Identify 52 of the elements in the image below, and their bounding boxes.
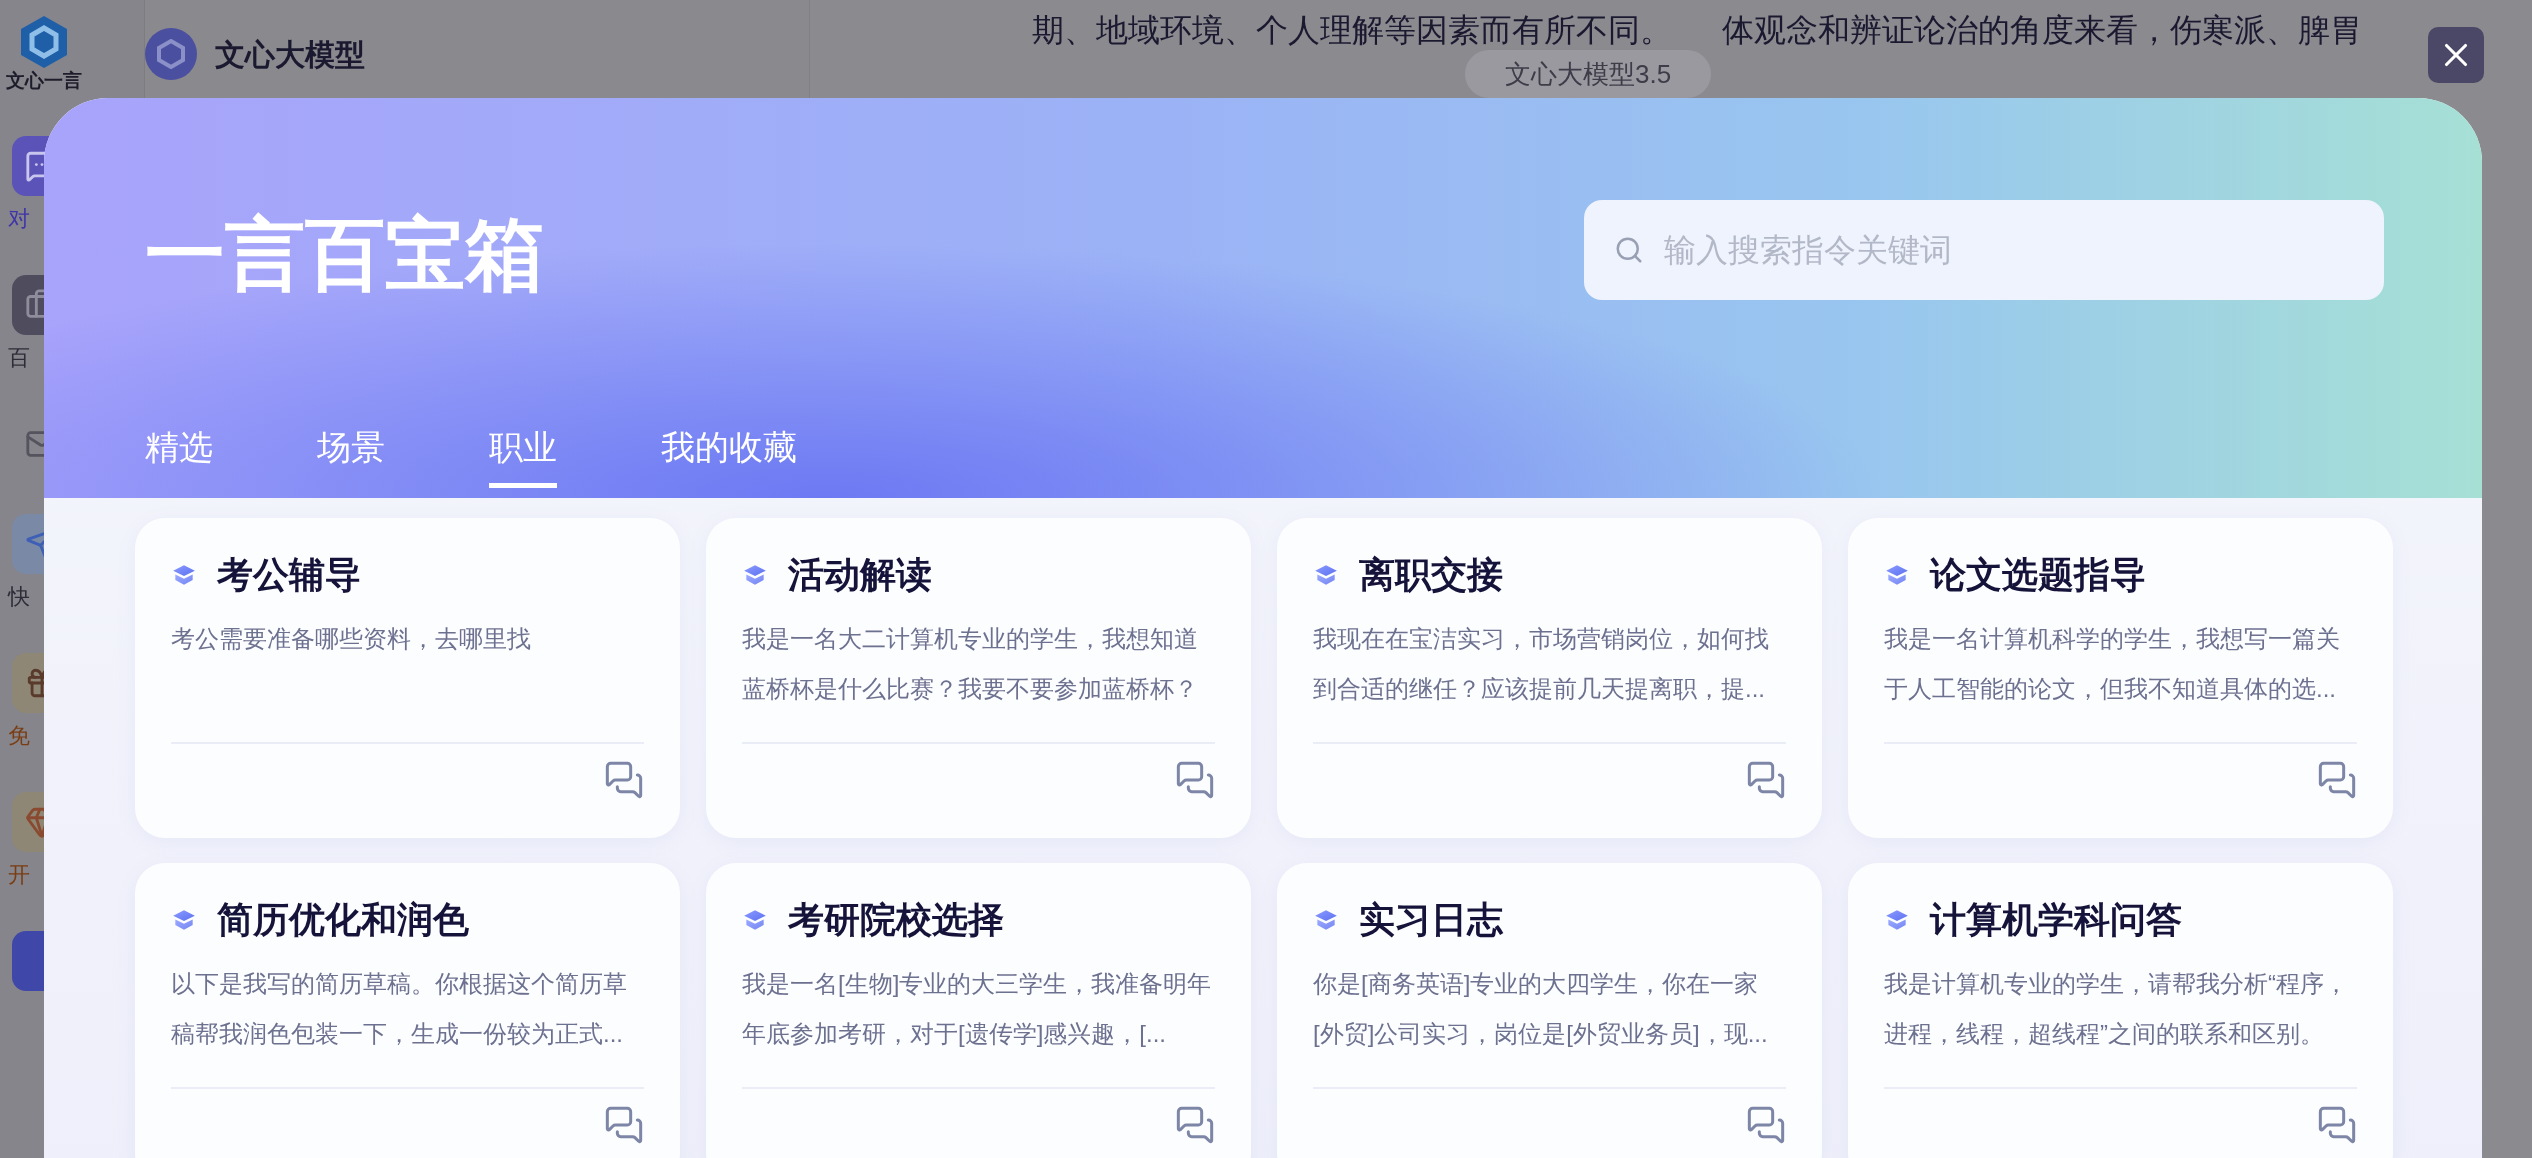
logo-icon: [18, 14, 70, 70]
prompt-card[interactable]: 活动解读 我是一名大二计算机专业的学生，我想知道蓝桥杯是什么比赛？我要不要参加蓝桥杯？: [706, 518, 1251, 838]
model-title: 文心大模型: [215, 36, 365, 73]
prompt-card[interactable]: 离职交接 我现在在宝洁实习，市场营销岗位，如何找到合适的继任？应该提前几天提离职，提...: [1277, 518, 1822, 838]
chat-icon[interactable]: [604, 1105, 644, 1145]
app-name: 文心一言: [6, 70, 82, 92]
sidebar-label[interactable]: 免: [8, 719, 30, 752]
sidebar-label[interactable]: 开: [8, 858, 30, 891]
card-description: 你是[商务英语]专业的大四学生，你在一家[外贸]公司实习，岗位是[外贸业务员]，现...: [1313, 969, 1769, 1049]
prompt-card[interactable]: 计算机学科问答 我是计算机专业的学生，请帮我分析“程序，进程，线程，超线程”之间的联系和区别。: [1848, 863, 2393, 1158]
prompt-card[interactable]: 考研院校选择 我是一名[生物]专业的大三学生，我准备明年年底参加考研，对于[遗传学]感兴趣，[...: [706, 863, 1251, 1158]
card-title: 离职交接: [1359, 553, 1503, 597]
chat-icon[interactable]: [2317, 760, 2357, 800]
tab[interactable]: 场景: [317, 422, 385, 488]
search-icon: [1614, 235, 1644, 265]
card-description: 我是一名大二计算机专业的学生，我想知道蓝桥杯是什么比赛？我要不要参加蓝桥杯？: [742, 624, 1199, 704]
chat-icon[interactable]: [1746, 760, 1786, 800]
prompt-card[interactable]: 考公辅导 考公需要准备哪些资料，去哪里找: [135, 518, 680, 838]
sidebar-label[interactable]: 对: [8, 202, 30, 235]
card-description: 以下是我写的简历草稿。你根据这个简历草稿帮我润色包装一下，生成一份较为正式...: [171, 969, 628, 1049]
card-title: 实习日志: [1359, 898, 1503, 942]
card-description: 考公需要准备哪些资料，去哪里找: [171, 624, 532, 654]
answer-text: 期、地域环境、个人理解等因素而有所不同。: [1032, 12, 1672, 48]
chat-icon[interactable]: [604, 760, 644, 800]
prompt-card[interactable]: 实习日志 你是[商务英语]专业的大四学生，你在一家[外贸]公司实习，岗位是[外贸业务员]，现...: [1277, 863, 1822, 1158]
model-tooltip: 文心大模型3.5: [1465, 50, 1712, 98]
card-description: 我是一名计算机科学的学生，我想写一篇关于人工智能的论文，但我不知道具体的选...: [1884, 624, 2341, 704]
prompt-card[interactable]: 论文选题指导 我是一名计算机科学的学生，我想写一篇关于人工智能的论文，但我不知道具体的选...: [1848, 518, 2393, 838]
card-title: 简历优化和润色: [217, 898, 469, 942]
chat-icon[interactable]: [2317, 1105, 2357, 1145]
tab[interactable]: 职业: [489, 422, 557, 488]
sidebar-label[interactable]: 快: [8, 580, 30, 613]
card-description: 我是计算机专业的学生，请帮我分析“程序，进程，线程，超线程”之间的联系和区别。: [1884, 969, 2349, 1049]
card-description: 我是一名[生物]专业的大三学生，我准备明年年底参加考研，对于[遗传学]感兴趣，[...: [742, 969, 1213, 1049]
model-logo-icon: [145, 28, 197, 80]
chat-icon[interactable]: [1175, 760, 1215, 800]
prompt-card[interactable]: 简历优化和润色 以下是我写的简历草稿。你根据这个简历草稿帮我润色包装一下，生成一份较为正式...: [135, 863, 680, 1158]
card-title: 考研院校选择: [788, 898, 1004, 942]
search-field[interactable]: 输入搜索指令关键词: [1584, 200, 2384, 300]
card-title: 活动解读: [788, 553, 932, 597]
close-button[interactable]: [2428, 27, 2484, 83]
sidebar-label[interactable]: 百: [8, 341, 30, 374]
answer-text: 体观念和辨证论治的角度来看，伤寒派、脾胃: [1722, 12, 2362, 48]
card-title: 论文选题指导: [1930, 553, 2146, 597]
card-title: 考公辅导: [217, 553, 361, 597]
card-title: 计算机学科问答: [1930, 898, 2182, 942]
tab[interactable]: 我的收藏: [661, 422, 797, 488]
chat-icon[interactable]: [1746, 1105, 1786, 1145]
chat-icon[interactable]: [1175, 1105, 1215, 1145]
tab[interactable]: 精选: [145, 422, 213, 488]
search-input[interactable]: 输入搜索指令关键词: [1664, 226, 2354, 274]
card-description: 我现在在宝洁实习，市场营销岗位，如何找到合适的继任？应该提前几天提离职，提...: [1313, 624, 1770, 704]
